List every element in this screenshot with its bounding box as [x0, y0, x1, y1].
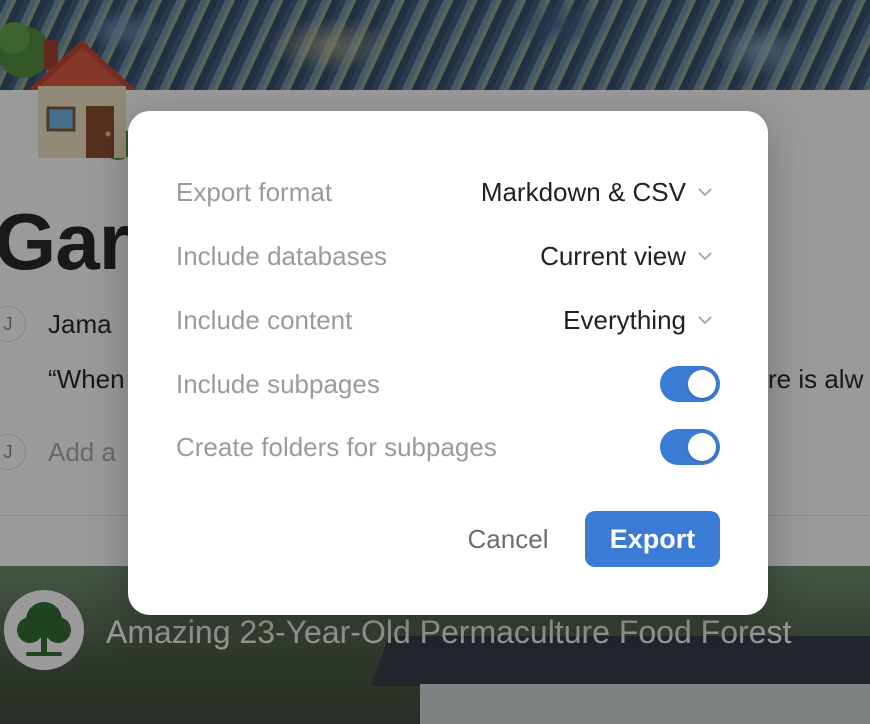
create-folders-label: Create folders for subpages [176, 431, 497, 462]
toggle-knob [688, 433, 716, 461]
create-folders-toggle[interactable] [660, 429, 720, 465]
export-format-row: Export format Markdown & CSV [176, 172, 720, 212]
include-content-row: Include content Everything [176, 300, 720, 340]
include-databases-value: Current view [540, 240, 686, 271]
include-databases-dropdown[interactable]: Current view [540, 241, 714, 272]
export-format-label: Export format [176, 176, 333, 207]
include-databases-label: Include databases [176, 240, 388, 271]
include-subpages-toggle[interactable] [660, 366, 720, 402]
export-dialog: Export format Markdown & CSV Include dat… [128, 111, 768, 615]
chevron-down-icon [698, 316, 712, 325]
create-folders-row: Create folders for subpages [176, 427, 720, 467]
chevron-down-icon [698, 188, 712, 197]
include-content-value: Everything [563, 304, 686, 335]
include-databases-row: Include databases Current view [176, 236, 720, 276]
chevron-down-icon [698, 252, 712, 261]
export-format-dropdown[interactable]: Markdown & CSV [481, 177, 714, 208]
include-subpages-row: Include subpages [176, 364, 720, 404]
cancel-button[interactable]: Cancel [458, 511, 558, 567]
toggle-knob [688, 370, 716, 398]
export-format-value: Markdown & CSV [480, 176, 686, 207]
include-content-dropdown[interactable]: Everything [563, 305, 714, 336]
export-button[interactable]: Export [585, 511, 720, 567]
include-subpages-label: Include subpages [176, 368, 380, 399]
include-content-label: Include content [176, 304, 353, 335]
